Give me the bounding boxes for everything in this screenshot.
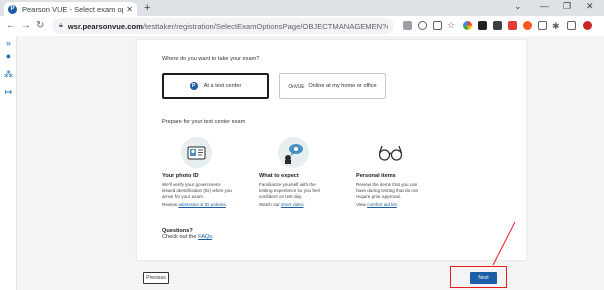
- pearson-favicon-icon: P: [8, 4, 17, 14]
- extensions-puzzle-icon[interactable]: ✱: [552, 19, 560, 33]
- forward-arrow-icon[interactable]: →: [21, 19, 31, 33]
- tab-close-icon[interactable]: ✕: [126, 5, 133, 14]
- extension-orange-icon[interactable]: [523, 21, 532, 30]
- page-content: Where do you want to take your exam? P A…: [17, 36, 604, 290]
- minimize-button[interactable]: —: [540, 1, 549, 11]
- zoom-icon[interactable]: [418, 21, 427, 30]
- annotation-arrow-line: [492, 221, 516, 266]
- org-chart-icon[interactable]: ⁂: [3, 69, 14, 80]
- maximize-button[interactable]: ❐: [563, 1, 571, 12]
- bookmark-star-icon[interactable]: ☆: [447, 18, 455, 32]
- address-bar[interactable]: 🔒︎ wsr.pearsonvue.com/testtaker/registra…: [52, 18, 394, 34]
- lock-icon: 🔒︎: [59, 22, 63, 29]
- extension-dark-icon[interactable]: [478, 21, 487, 30]
- back-arrow-icon[interactable]: ←: [6, 19, 16, 33]
- close-window-button[interactable]: ✕: [586, 1, 594, 12]
- extension-red-icon[interactable]: [508, 21, 517, 30]
- side-panel-icon[interactable]: [567, 21, 576, 30]
- reload-icon[interactable]: ↻: [36, 19, 44, 33]
- extension-gray-icon[interactable]: [493, 21, 502, 30]
- browser-tab[interactable]: P Pearson VUE - Select exam op ✕: [4, 2, 137, 16]
- sign-out-icon[interactable]: ↦: [3, 87, 14, 98]
- url-text: wsr.pearsonvue.com/testtaker/registratio…: [67, 21, 388, 31]
- new-tab-button[interactable]: +: [144, 2, 150, 14]
- tab-title: Pearson VUE - Select exam op: [22, 4, 124, 14]
- translate-icon[interactable]: [403, 21, 412, 30]
- profile-avatar[interactable]: [583, 21, 592, 30]
- browser-tab-strip: P Pearson VUE - Select exam op ✕ + ⌄ — ❐…: [0, 0, 604, 16]
- browser-toolbar: ← → ↻ 🔒︎ wsr.pearsonvue.com/testtaker/re…: [0, 16, 604, 36]
- left-app-rail: » ● ⁂ ↦: [0, 36, 17, 290]
- share-icon[interactable]: [433, 21, 442, 30]
- account-icon[interactable]: ●: [3, 51, 14, 62]
- expand-rail-icon[interactable]: »: [3, 38, 14, 49]
- extension-box-icon[interactable]: [538, 21, 547, 30]
- extension-chrome-icon[interactable]: [463, 21, 472, 30]
- tab-search-icon[interactable]: ⌄: [514, 1, 522, 12]
